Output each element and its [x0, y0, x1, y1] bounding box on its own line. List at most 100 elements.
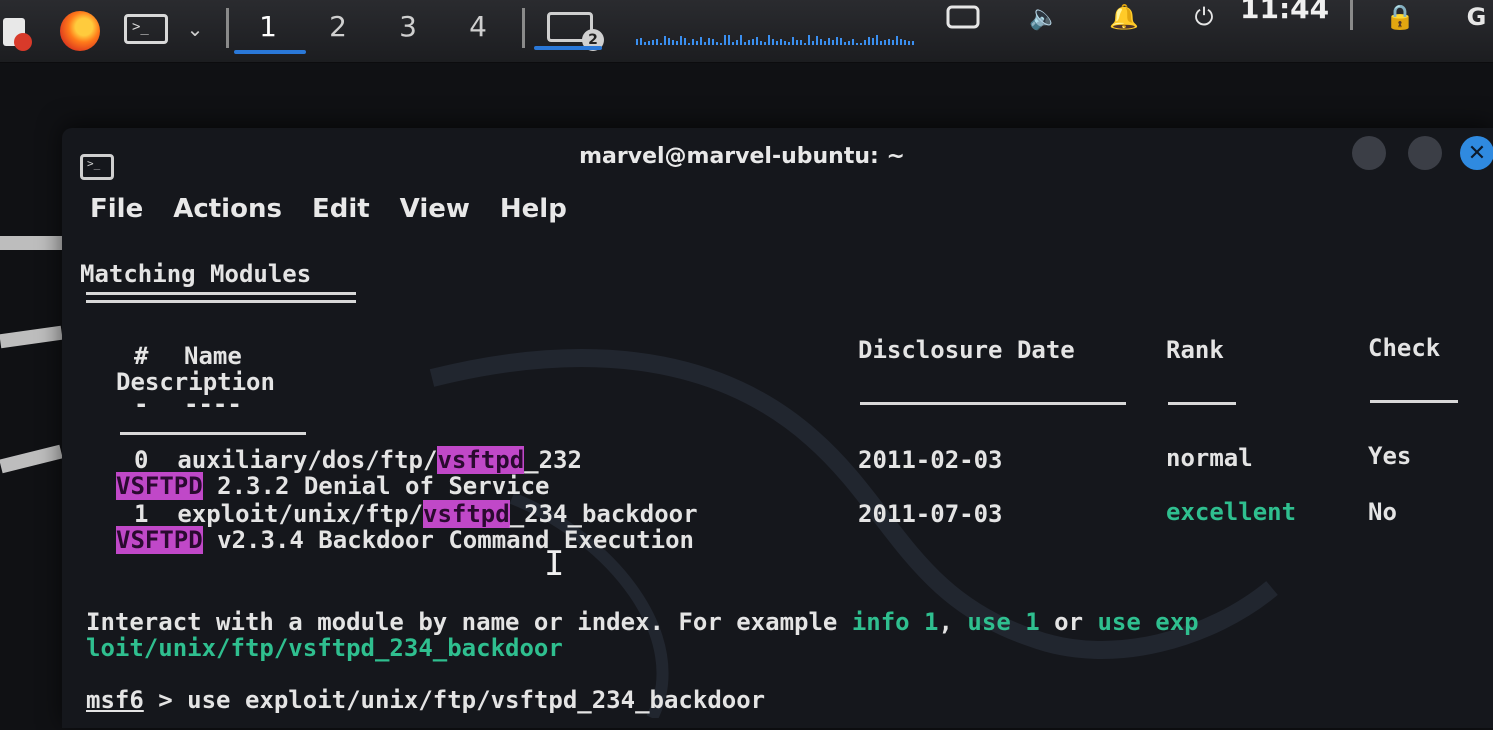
cpu-bar: [688, 43, 690, 45]
cpu-bar: [796, 40, 798, 45]
terminal-icon[interactable]: >_: [121, 12, 171, 46]
cpu-bar: [760, 41, 762, 45]
prompt-line: msf6 > use exploit/unix/ftp/vsftpd_234_b…: [86, 686, 765, 714]
prompt-label: msf6: [86, 686, 144, 714]
panel-separator: [226, 8, 229, 48]
search-highlight: vsftpd: [437, 446, 525, 474]
cpu-bar: [792, 37, 794, 45]
clock[interactable]: 11:44: [1240, 0, 1329, 25]
cpu-bar: [704, 42, 706, 45]
cpu-bar: [744, 42, 746, 45]
menu-edit[interactable]: Edit: [312, 188, 370, 232]
interact-hint: Interact with a module by name or index.…: [86, 608, 1199, 636]
search-highlight: VSFTPD: [116, 526, 203, 554]
cpu-bar: [644, 42, 646, 45]
logout-icon[interactable]: G: [1460, 0, 1493, 34]
cpu-bar: [828, 38, 830, 45]
app-menu-icon[interactable]: [0, 14, 36, 52]
cpu-bar: [772, 39, 774, 45]
row-rank: normal: [1166, 444, 1253, 472]
cpu-bar: [816, 36, 818, 45]
section-underline: [86, 300, 356, 303]
row-description: VSFTPD v2.3.4 Backdoor Command Execution: [116, 526, 694, 554]
notification-bell-icon[interactable]: 🔔: [1104, 0, 1144, 34]
header-rank: Rank: [1166, 336, 1224, 364]
hint-command: use exp: [1097, 608, 1199, 636]
menu-file[interactable]: File: [90, 188, 143, 232]
workspace-4[interactable]: 4: [448, 6, 508, 46]
desktop-edge: [0, 325, 63, 349]
cpu-bar: [700, 37, 702, 45]
close-button[interactable]: ✕: [1460, 136, 1493, 170]
cpu-bar: [712, 39, 714, 45]
header-name: Name: [184, 342, 242, 370]
top-panel: >_ ⌄ 1 2 3 4 2 🔈 🔔 ⏻ 11:44 🔒 G: [0, 0, 1493, 63]
row-date: 2011-07-03: [858, 500, 1003, 528]
workspace-2[interactable]: 2: [308, 6, 368, 46]
menu-help[interactable]: Help: [500, 188, 567, 232]
terminal-output[interactable]: Matching Modules # Name Disclosure Date …: [80, 260, 1480, 730]
search-highlight: vsftpd: [423, 500, 510, 528]
hint-command: loit/unix/ftp/vsftpd_234_backdoor: [86, 634, 563, 662]
header-date-rule: [860, 402, 1126, 405]
cpu-bar: [836, 37, 838, 45]
firefox-icon[interactable]: [56, 10, 104, 52]
cpu-bar: [848, 41, 850, 45]
cpu-bar: [668, 38, 670, 45]
row-check: No: [1368, 498, 1397, 526]
maximize-button[interactable]: [1408, 136, 1442, 170]
header-index-rule: -: [134, 390, 149, 418]
cpu-bar: [904, 40, 906, 45]
hint-command: info 1: [851, 608, 939, 636]
cpu-bar: [728, 35, 730, 45]
cpu-bar: [908, 41, 910, 45]
cpu-bar: [684, 38, 686, 45]
cpu-bar: [844, 42, 846, 45]
menu-view[interactable]: View: [400, 188, 470, 232]
chevron-down-icon[interactable]: ⌄: [182, 16, 208, 42]
cpu-bar: [876, 35, 878, 45]
cpu-bar: [912, 41, 914, 45]
header-rank-rule: [1168, 402, 1236, 405]
menu-actions[interactable]: Actions: [173, 188, 282, 232]
cpu-bar: [832, 40, 834, 45]
cpu-bar: [636, 39, 638, 45]
header-check: Check: [1368, 334, 1441, 362]
workspace-3[interactable]: 3: [378, 6, 438, 46]
cpu-bar: [672, 40, 674, 45]
power-icon[interactable]: ⏻: [1184, 0, 1224, 34]
window-title: marvel@marvel-ubuntu: ~: [579, 144, 905, 169]
cpu-bar: [900, 39, 902, 45]
cpu-bar: [824, 41, 826, 45]
search-highlight: VSFTPD: [116, 472, 203, 500]
menu-bar: File Actions Edit View Help: [62, 188, 1493, 232]
cpu-bar: [892, 40, 894, 45]
cpu-bar: [752, 39, 754, 45]
cpu-bar: [800, 40, 802, 45]
minimize-button[interactable]: [1352, 136, 1386, 170]
cpu-bar: [784, 41, 786, 45]
cpu-bar: [680, 36, 682, 45]
display-icon[interactable]: [944, 0, 982, 34]
title-bar[interactable]: >_ marvel@marvel-ubuntu: ~ ✕: [62, 128, 1493, 188]
cpu-bar: [888, 39, 890, 45]
cpu-bar: [864, 40, 866, 45]
lock-icon[interactable]: 🔒: [1380, 0, 1420, 34]
cpu-bar: [716, 42, 718, 45]
cpu-bar: [724, 35, 726, 45]
header-name-rule: ----: [184, 390, 242, 418]
cpu-bar: [732, 42, 734, 45]
volume-icon[interactable]: 🔈: [1022, 0, 1066, 34]
cpu-bar: [840, 38, 842, 45]
hint-text: Interact with a module by name or index.…: [86, 608, 852, 636]
cpu-bar: [776, 41, 778, 45]
terminal-task-button[interactable]: 2: [536, 4, 604, 51]
cpu-bar: [692, 39, 694, 45]
prompt-command: > use exploit/unix/ftp/vsftpd_234_backdo…: [143, 686, 766, 714]
cpu-bar: [756, 37, 758, 45]
cpu-bar: [740, 35, 742, 45]
workspace-1[interactable]: 1: [238, 6, 298, 46]
header-check-rule: [1370, 400, 1458, 403]
cpu-bar: [736, 40, 738, 45]
terminal-icon: >_: [80, 154, 114, 180]
